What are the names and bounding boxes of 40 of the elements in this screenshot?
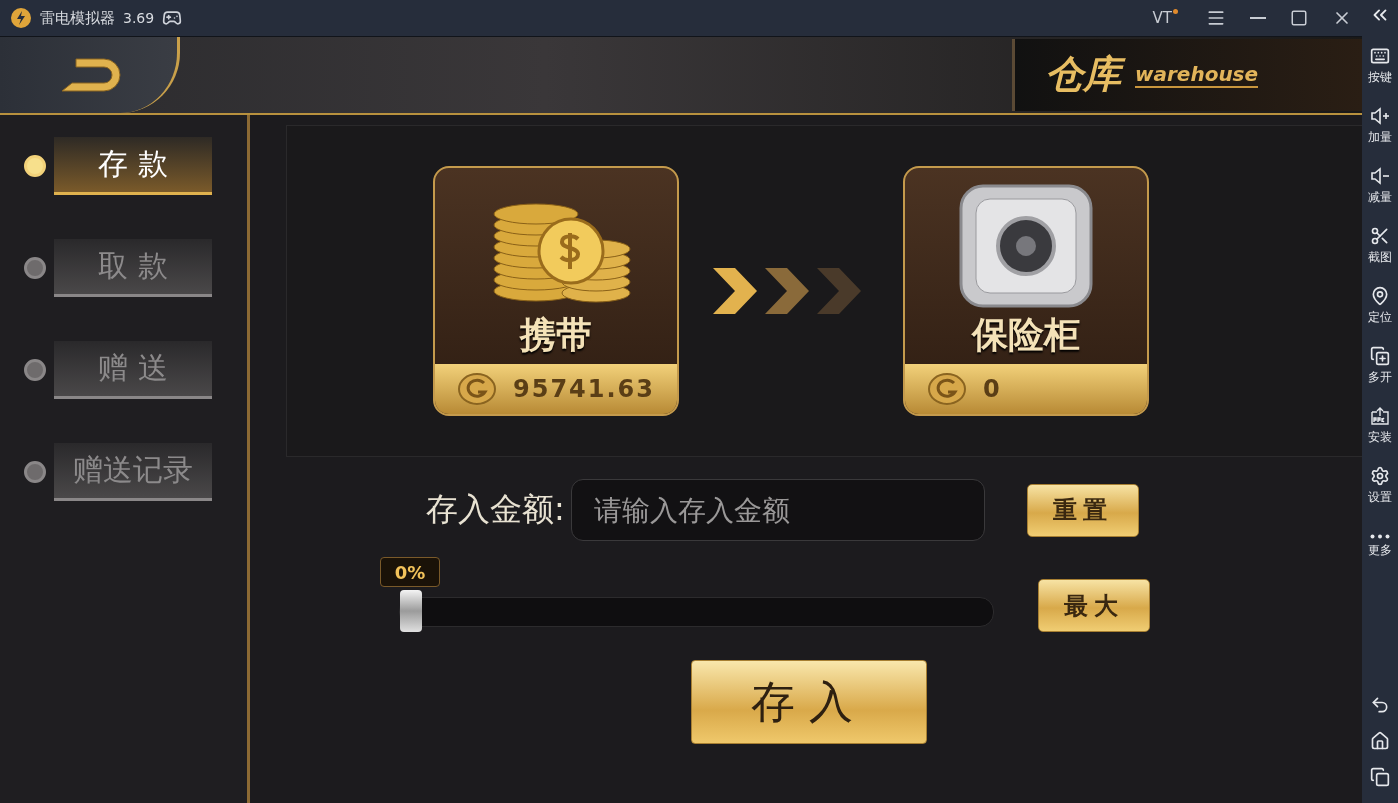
reset-button[interactable]: 重置 <box>1026 483 1139 537</box>
card-label: 保险柜 <box>972 313 1080 357</box>
toolbar-button[interactable]: 安装 <box>1368 396 1392 456</box>
coin-icon <box>457 372 497 406</box>
volume-up-icon <box>1370 106 1390 126</box>
multi-window-icon <box>1370 346 1390 366</box>
nav-tab[interactable]: 存 款 <box>54 137 212 195</box>
gamepad-icon[interactable] <box>162 8 183 28</box>
more-icon <box>1370 533 1390 539</box>
vt-indicator[interactable]: VT <box>1152 9 1172 27</box>
coin-icon <box>927 372 967 406</box>
toolbar-button[interactable]: 定位 <box>1368 276 1392 336</box>
max-button[interactable]: 最大 <box>1038 579 1150 632</box>
toolbar-button[interactable]: 加量 <box>1368 96 1392 156</box>
card-amount: 0 <box>983 375 1002 403</box>
version-label: 3.69 <box>123 10 155 26</box>
percent-reading: 0% <box>380 557 440 587</box>
amount-input-field[interactable]: 请输入存入金额 <box>570 479 985 541</box>
window-title: 雷电模拟器 <box>40 8 115 28</box>
location-pin-icon <box>1370 286 1390 306</box>
settings-icon <box>1370 466 1390 486</box>
toolbar-button[interactable]: 设置 <box>1368 456 1392 516</box>
deposit-button[interactable]: 存入 <box>691 660 927 744</box>
toolbar-button[interactable]: 截图 <box>1368 216 1392 276</box>
page-title: 仓库 <box>1045 50 1129 100</box>
slider-thumb[interactable] <box>400 590 422 632</box>
keyboard-icon <box>1370 46 1390 66</box>
apk-install-icon <box>1370 406 1390 426</box>
toolbar-button[interactable]: 更多 <box>1368 516 1392 576</box>
volume-down-icon <box>1370 166 1390 186</box>
notification-dot <box>1173 9 1178 14</box>
page-subtitle: warehouse <box>1135 62 1259 88</box>
toolbar-button[interactable]: 多开 <box>1368 336 1392 396</box>
card-amount: 95741.63 <box>513 375 655 403</box>
app-logo-icon <box>10 7 32 29</box>
scissors-icon <box>1370 226 1390 246</box>
toolbar-button[interactable]: 减量 <box>1368 156 1392 216</box>
amount-label: 存入金额: <box>426 489 565 530</box>
toolbar-button[interactable]: 按键 <box>1368 36 1392 96</box>
card-label: 携带 <box>520 313 592 357</box>
